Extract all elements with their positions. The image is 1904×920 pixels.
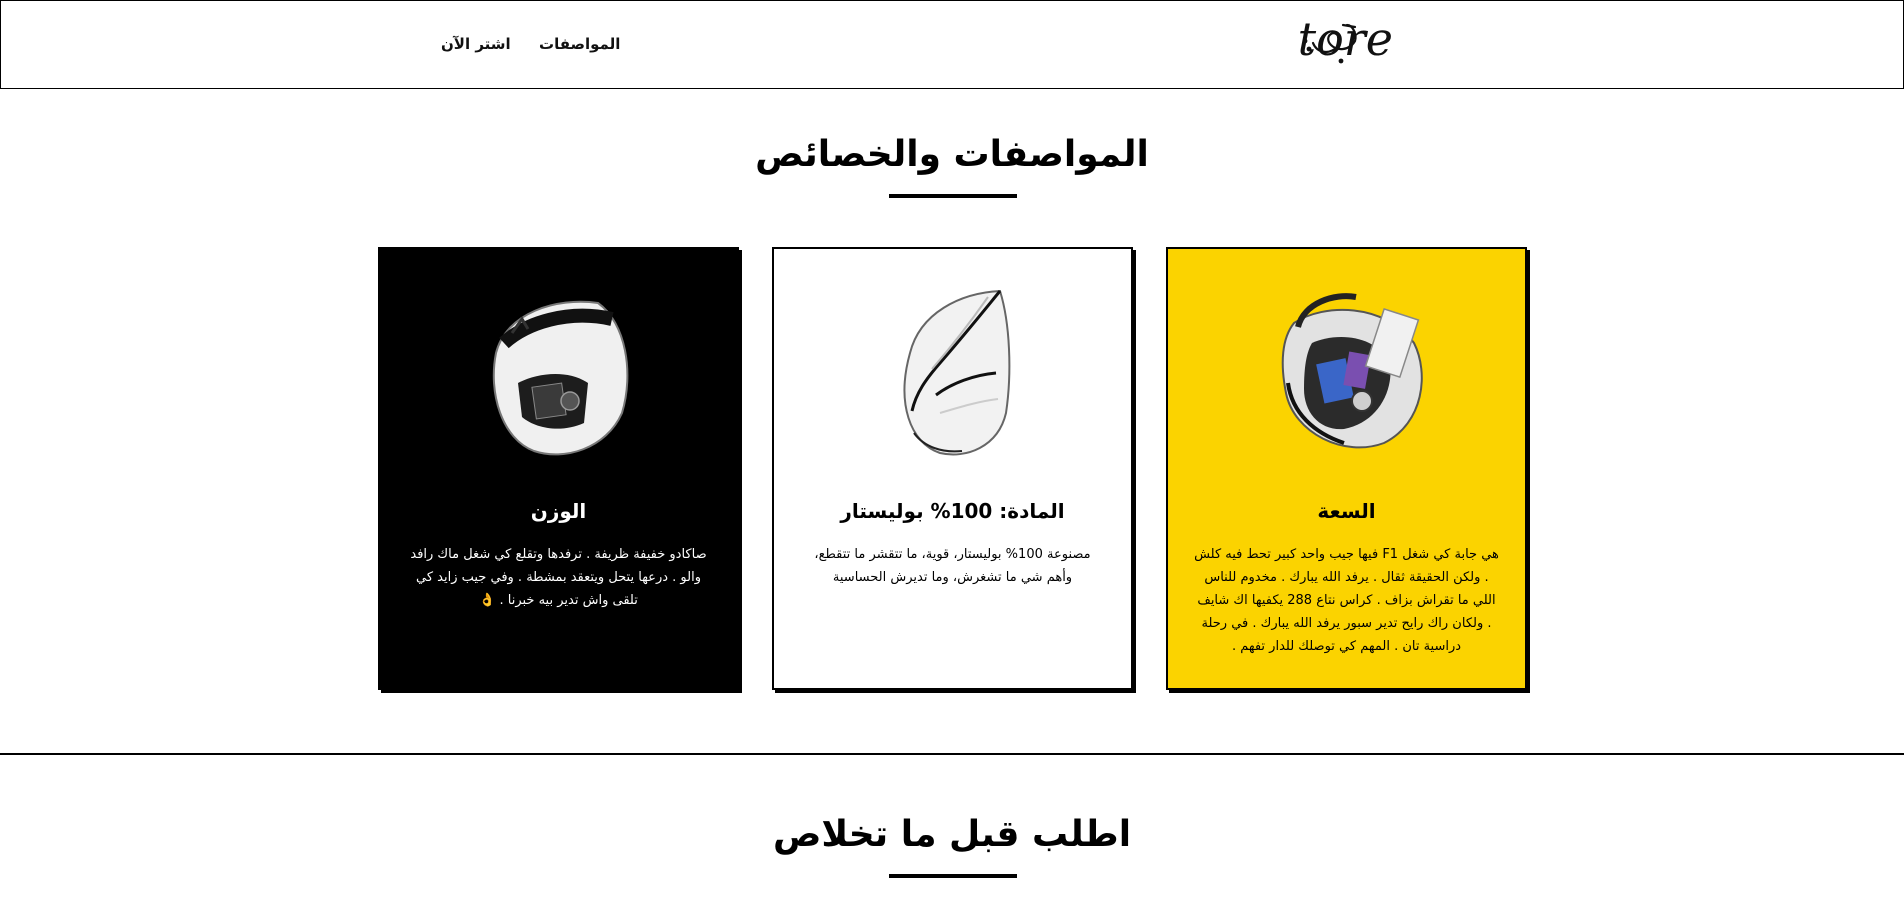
specs-section-title: المواصفات والخصائص (755, 134, 1149, 175)
bag-black-card-image (492, 300, 629, 456)
store-logo[interactable]: tore (1297, 11, 1467, 71)
order-section-title: اطلب قبل ما تخلاص (772, 814, 1132, 855)
card-text-weight: صاكادو خفيفة ظريفة . ترفدها وتقلع كي شغل… (410, 547, 707, 608)
bag-white-card-image (903, 289, 1011, 456)
nav-link-buy-now[interactable]: اشتر الآن (441, 35, 511, 53)
nav-link-specs[interactable]: المواصفات (539, 35, 620, 53)
card-text-capacity: هي جابة كي شغل F1 فيها جيب واحد كبير تحط… (1194, 547, 1499, 654)
section-divider (0, 753, 1904, 755)
bag-yellow-card-image (1281, 293, 1423, 449)
specs-title-underline (889, 194, 1017, 198)
feature-card-weight: الوزن صاكادو خفيفة ظريفة . ترفدها وتقلع … (378, 247, 739, 690)
order-title-underline (889, 874, 1017, 878)
feature-card-material: المادة: 100% بوليستار مصنوعة 100% بوليست… (772, 247, 1133, 690)
site-header: tore اشتر الآن المواصفات (0, 0, 1904, 89)
logo-text: tore (1298, 12, 1393, 66)
card-title-weight: الوزن (530, 499, 587, 523)
card-text-material: مصنوعة 100% بوليستار، قوية، ما تتقشر ما … (814, 547, 1091, 585)
card-title-capacity: السعة (1317, 499, 1376, 523)
card-title-material: المادة: 100% بوليستار (840, 499, 1065, 523)
feature-card-capacity: السعة هي جابة كي شغل F1 فيها جيب واحد كب… (1166, 247, 1527, 690)
